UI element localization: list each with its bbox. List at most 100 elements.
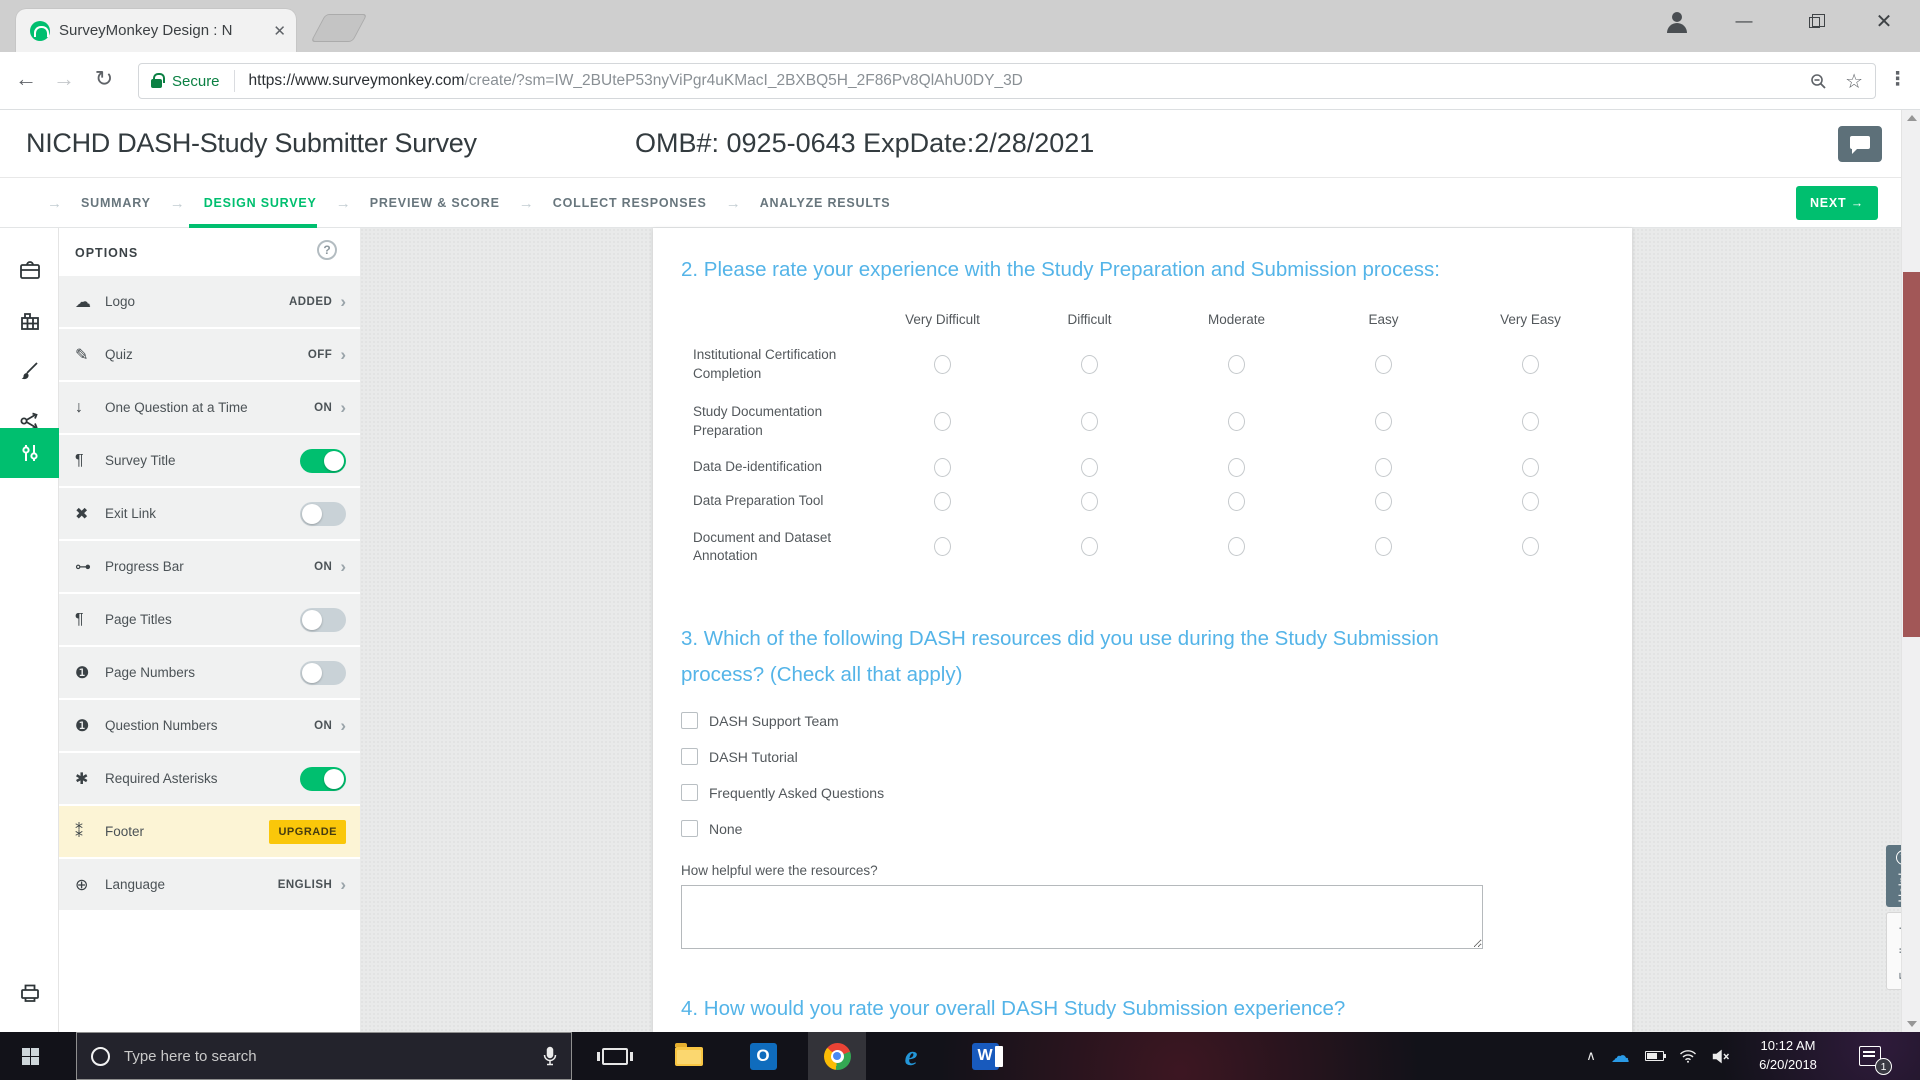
- radio-button[interactable]: [934, 537, 951, 557]
- radio-button[interactable]: [934, 412, 951, 431]
- options-row[interactable]: ¶ Survey Title: [59, 435, 360, 486]
- radio-button[interactable]: [1228, 491, 1245, 511]
- options-row[interactable]: ❶ Question Numbers ON ›: [59, 700, 360, 751]
- radio-button[interactable]: [934, 457, 951, 477]
- minimize-button[interactable]: —: [1716, 0, 1772, 42]
- radio-button[interactable]: [1081, 355, 1098, 374]
- back-button[interactable]: ←: [10, 66, 42, 92]
- scroll-up-arrow-icon[interactable]: [1902, 110, 1920, 126]
- options-icon[interactable]: [0, 428, 59, 478]
- radio-button[interactable]: [1375, 412, 1392, 431]
- volume-muted-icon[interactable]: [1712, 1049, 1730, 1064]
- restore-button[interactable]: [1786, 0, 1842, 42]
- radio-button[interactable]: [1522, 537, 1539, 557]
- microphone-icon[interactable]: [543, 1046, 557, 1066]
- start-button[interactable]: [0, 1032, 60, 1080]
- radio-button[interactable]: [934, 491, 951, 511]
- taskbar-clock[interactable]: 10:12 AM 6/20/2018: [1748, 1032, 1828, 1080]
- q3-comment-textarea[interactable]: [681, 885, 1483, 950]
- question-bank-icon[interactable]: [0, 296, 59, 346]
- onedrive-cloud-icon[interactable]: ☁: [1611, 1045, 1630, 1067]
- next-button[interactable]: NEXT →: [1796, 186, 1878, 220]
- checkbox-option[interactable]: DASH Support Team: [681, 712, 1606, 730]
- radio-button[interactable]: [1375, 355, 1392, 374]
- radio-button[interactable]: [1375, 537, 1392, 557]
- chevron-right-icon[interactable]: ›: [340, 557, 346, 577]
- printer-icon[interactable]: [0, 968, 59, 1018]
- checkbox[interactable]: [681, 784, 698, 802]
- edge-button[interactable]: e: [882, 1032, 940, 1080]
- chevron-right-icon[interactable]: ›: [340, 398, 346, 418]
- chrome-button-active[interactable]: [808, 1032, 866, 1080]
- toggle-on[interactable]: [300, 448, 346, 473]
- new-tab-button[interactable]: [310, 14, 368, 42]
- radio-button[interactable]: [1228, 457, 1245, 477]
- browser-menu-icon[interactable]: ⋮: [1888, 68, 1907, 91]
- radio-button[interactable]: [1081, 537, 1098, 557]
- outlook-button[interactable]: O: [734, 1032, 792, 1080]
- action-center-button[interactable]: 1: [1842, 1032, 1898, 1080]
- options-row[interactable]: ⊕ Language ENGLISH ›: [59, 859, 360, 910]
- bookmark-star-icon[interactable]: ☆: [1845, 69, 1863, 94]
- nav-step[interactable]: → PREVIEW & SCORE: [317, 178, 500, 228]
- options-row[interactable]: ¶ Page Titles: [59, 594, 360, 645]
- task-view-button[interactable]: [586, 1032, 644, 1080]
- nav-step[interactable]: → ANALYZE RESULTS: [707, 178, 891, 228]
- options-row[interactable]: ⊶ Progress Bar ON ›: [59, 541, 360, 592]
- options-row[interactable]: ⁑ Footer UPGRADE: [59, 806, 360, 857]
- profile-icon[interactable]: [1664, 8, 1690, 34]
- reload-button[interactable]: ↻: [88, 66, 120, 92]
- chevron-right-icon[interactable]: ›: [340, 292, 346, 312]
- word-button[interactable]: W: [956, 1032, 1014, 1080]
- zoom-out-icon[interactable]: [1810, 73, 1827, 90]
- toggle-off[interactable]: [300, 501, 346, 526]
- build-icon[interactable]: [0, 246, 59, 296]
- options-row[interactable]: ↓ One Question at a Time ON ›: [59, 382, 360, 433]
- checkbox-option[interactable]: DASH Tutorial: [681, 748, 1606, 766]
- nav-step[interactable]: → SUMMARY: [28, 178, 151, 228]
- browser-tab[interactable]: SurveyMonkey Design : N ✕: [16, 9, 296, 52]
- scroll-down-arrow-icon[interactable]: [1902, 1016, 1920, 1032]
- toggle-off[interactable]: [300, 607, 346, 632]
- options-row[interactable]: ☁ Logo ADDED ›: [59, 276, 360, 327]
- chevron-right-icon[interactable]: ›: [340, 716, 346, 736]
- scrollbar-thumb[interactable]: [1903, 272, 1920, 637]
- checkbox-option[interactable]: None: [681, 820, 1606, 838]
- battery-icon[interactable]: [1644, 1051, 1666, 1061]
- radio-button[interactable]: [1228, 412, 1245, 431]
- radio-button[interactable]: [1522, 491, 1539, 511]
- radio-button[interactable]: [1375, 457, 1392, 477]
- checkbox-option[interactable]: Frequently Asked Questions: [681, 784, 1606, 802]
- checkbox[interactable]: [681, 820, 698, 838]
- radio-button[interactable]: [1081, 491, 1098, 511]
- address-bar[interactable]: Secure https://www.surveymonkey.com/crea…: [138, 63, 1876, 99]
- radio-button[interactable]: [934, 355, 951, 374]
- options-row[interactable]: ✱ Required Asterisks: [59, 753, 360, 804]
- nav-step[interactable]: → COLLECT RESPONSES: [500, 178, 707, 228]
- radio-button[interactable]: [1081, 412, 1098, 431]
- chevron-right-icon[interactable]: ›: [340, 875, 346, 895]
- checkbox[interactable]: [681, 712, 698, 730]
- radio-button[interactable]: [1522, 412, 1539, 431]
- checkbox[interactable]: [681, 748, 698, 766]
- radio-button[interactable]: [1522, 355, 1539, 374]
- radio-button[interactable]: [1228, 355, 1245, 374]
- radio-button[interactable]: [1522, 457, 1539, 477]
- chevron-right-icon[interactable]: ›: [340, 345, 346, 365]
- close-button[interactable]: ✕: [1856, 0, 1912, 42]
- theme-icon[interactable]: [0, 346, 59, 396]
- toggle-off[interactable]: [300, 660, 346, 685]
- upgrade-badge[interactable]: UPGRADE: [269, 819, 346, 844]
- options-row[interactable]: ✖ Exit Link: [59, 488, 360, 539]
- options-row[interactable]: ❶ Page Numbers: [59, 647, 360, 698]
- chat-button[interactable]: [1838, 126, 1882, 162]
- tray-chevron-icon[interactable]: ∧: [1586, 1048, 1596, 1064]
- nav-step[interactable]: → DESIGN SURVEY: [151, 178, 317, 228]
- options-row[interactable]: ✎ Quiz OFF ›: [59, 329, 360, 380]
- radio-button[interactable]: [1375, 491, 1392, 511]
- file-explorer-button[interactable]: [660, 1032, 718, 1080]
- wifi-icon[interactable]: [1679, 1049, 1697, 1063]
- help-circle-icon[interactable]: ?: [317, 240, 337, 260]
- radio-button[interactable]: [1228, 537, 1245, 557]
- tab-close-icon[interactable]: ✕: [273, 22, 286, 40]
